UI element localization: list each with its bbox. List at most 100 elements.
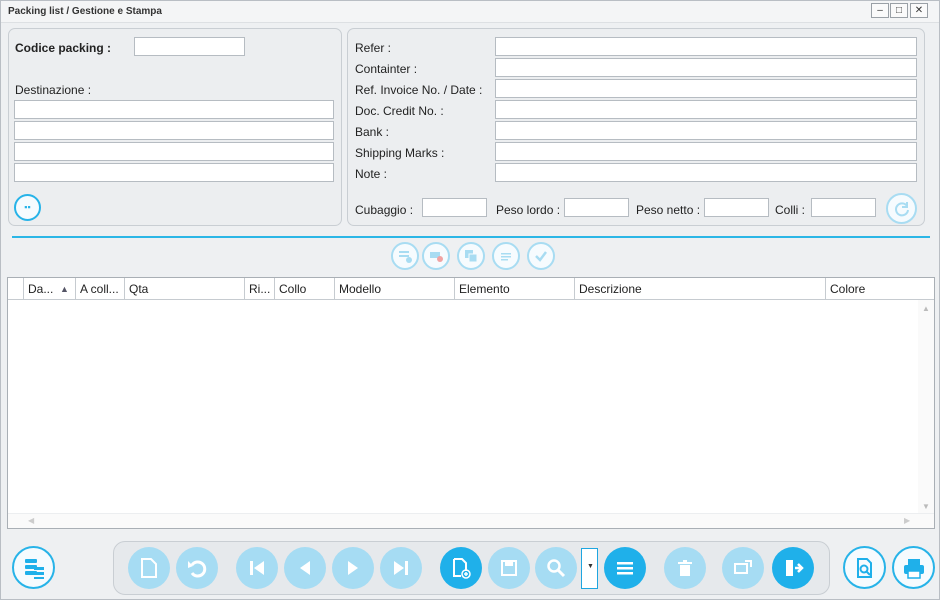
column-label: Da...	[28, 282, 54, 296]
bank-input[interactable]	[495, 121, 917, 140]
note-input[interactable]	[495, 163, 917, 182]
remove-row-icon	[428, 248, 444, 264]
ref-invoice-input[interactable]	[495, 79, 917, 98]
cubaggio-input[interactable]	[422, 198, 487, 217]
column-header[interactable]: Elemento	[454, 278, 574, 300]
column-label: Colore	[830, 282, 866, 296]
column-label: Collo	[279, 282, 307, 296]
peso-netto-label: Peso netto :	[636, 203, 701, 217]
export-icon	[733, 558, 753, 578]
maximize-button[interactable]: □	[890, 3, 908, 18]
scroll-left-icon[interactable]: ◀	[28, 516, 34, 525]
previous-record-button[interactable]	[284, 547, 326, 589]
scroll-right-icon[interactable]: ▶	[904, 516, 910, 525]
column-label: Elemento	[459, 282, 510, 296]
shipping-marks-label: Shipping Marks :	[355, 146, 445, 160]
close-button[interactable]: ✕	[910, 3, 928, 18]
database-list-icon	[22, 556, 46, 580]
copy-row-icon	[463, 248, 479, 264]
note-label: Note :	[355, 167, 388, 181]
column-header[interactable]: Da... ▲	[23, 278, 75, 300]
search-button[interactable]	[535, 547, 577, 589]
doc-credit-input[interactable]	[495, 100, 917, 119]
exit-button[interactable]	[772, 547, 814, 589]
edit-row-button[interactable]	[492, 242, 520, 270]
ref-invoice-label: Ref. Invoice No. / Date :	[355, 83, 483, 97]
cubaggio-label: Cubaggio :	[355, 203, 414, 217]
print-button[interactable]	[892, 546, 935, 589]
title-bar: Packing list / Gestione e Stampa – □ ✕	[1, 1, 939, 23]
destinazione-line-2[interactable]	[14, 121, 334, 140]
column-label: Modello	[339, 282, 382, 296]
save-button[interactable]	[488, 547, 530, 589]
column-label: Qta	[129, 282, 149, 296]
destinazione-line-4[interactable]	[14, 163, 334, 182]
destinazione-line-3[interactable]	[14, 142, 334, 161]
scroll-up-icon[interactable]: ▲	[922, 304, 930, 313]
column-header[interactable]: Collo	[274, 278, 334, 300]
search-icon	[546, 558, 566, 578]
edit-row-icon	[498, 248, 514, 264]
add-row-icon	[397, 248, 413, 264]
column-label: Descrizione	[579, 282, 642, 296]
column-header[interactable]: A coll...	[75, 278, 124, 300]
search-options-dropdown[interactable]: ▼	[581, 548, 598, 589]
colli-label: Colli :	[775, 203, 806, 217]
refer-label: Refer :	[355, 41, 392, 55]
print-preview-button[interactable]	[843, 546, 886, 589]
refer-input[interactable]	[495, 37, 917, 56]
peso-lordo-input[interactable]	[564, 198, 629, 217]
delete-button[interactable]	[664, 547, 706, 589]
section-divider	[12, 236, 930, 238]
peso-netto-input[interactable]	[704, 198, 769, 217]
refresh-icon	[893, 200, 911, 218]
doc-credit-label: Doc. Credit No. :	[355, 104, 444, 118]
shipping-marks-input[interactable]	[495, 142, 917, 161]
new-record-icon	[450, 557, 472, 579]
horizontal-scrollbar[interactable]: ◀ ▶	[8, 513, 934, 528]
copy-row-button[interactable]	[457, 242, 485, 270]
exit-icon	[782, 557, 804, 579]
last-record-button[interactable]	[380, 547, 422, 589]
list-view-button[interactable]	[604, 547, 646, 589]
colli-input[interactable]	[811, 198, 876, 217]
scroll-down-icon[interactable]: ▼	[922, 502, 930, 511]
confirm-icon	[533, 248, 549, 264]
shipping-details-panel: Refer : Containter : Ref. Invoice No. / …	[347, 28, 925, 226]
remove-row-button[interactable]	[422, 242, 450, 270]
packing-header-panel: Codice packing : Destinazione : ▪▪	[8, 28, 342, 226]
packing-grid[interactable]: Da... ▲ A coll... Qta Ri... Collo Modell…	[7, 277, 935, 529]
next-record-button[interactable]	[332, 547, 374, 589]
codice-packing-input[interactable]	[134, 37, 245, 56]
container-input[interactable]	[495, 58, 917, 77]
printer-icon	[902, 557, 926, 579]
previous-record-icon	[295, 558, 315, 578]
packing-list-button[interactable]	[12, 546, 55, 589]
column-header[interactable]: Qta	[124, 278, 244, 300]
column-header[interactable]: Ri...	[244, 278, 274, 300]
first-record-icon	[247, 558, 267, 578]
recalculate-button[interactable]	[886, 193, 917, 224]
confirm-button[interactable]	[527, 242, 555, 270]
vertical-scrollbar[interactable]: ▲ ▼	[918, 300, 934, 513]
new-record-button[interactable]	[440, 547, 482, 589]
last-record-icon	[391, 558, 411, 578]
undo-icon	[186, 557, 208, 579]
column-label: Ri...	[249, 282, 271, 296]
new-document-icon	[139, 557, 159, 579]
grid-header: Da... ▲ A coll... Qta Ri... Collo Modell…	[8, 278, 934, 300]
column-header[interactable]: Colore	[825, 278, 918, 300]
column-header[interactable]: Descrizione	[574, 278, 825, 300]
delete-icon	[675, 558, 695, 578]
add-row-button[interactable]	[391, 242, 419, 270]
minimize-button[interactable]: –	[871, 3, 889, 18]
destinazione-line-1[interactable]	[14, 100, 334, 119]
undo-button[interactable]	[176, 547, 218, 589]
new-document-button[interactable]	[128, 547, 170, 589]
destinazione-lookup-button[interactable]: ▪▪	[14, 194, 41, 221]
column-header[interactable]: Modello	[334, 278, 454, 300]
window-title: Packing list / Gestione e Stampa	[8, 6, 162, 17]
export-button[interactable]	[722, 547, 764, 589]
bank-label: Bank :	[355, 125, 390, 139]
first-record-button[interactable]	[236, 547, 278, 589]
